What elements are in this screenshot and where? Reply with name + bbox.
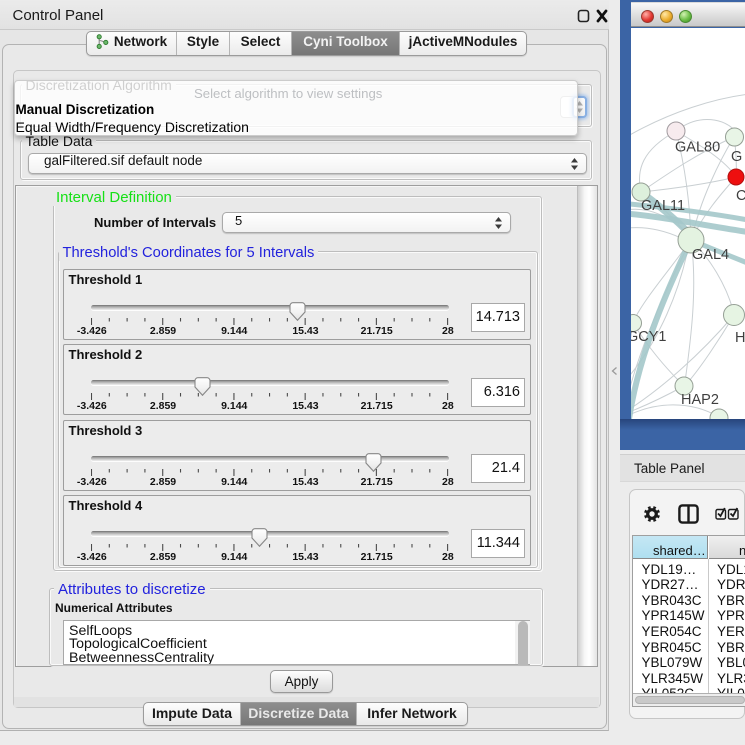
- svg-text:GCY1: GCY1: [631, 329, 667, 345]
- svg-text:GAL80: GAL80: [675, 140, 720, 156]
- svg-text:HAP2: HAP2: [681, 392, 719, 408]
- svg-text:C: C: [736, 188, 745, 204]
- svg-text:GAL11: GAL11: [641, 198, 685, 214]
- svg-text:G: G: [731, 149, 742, 165]
- svg-text:GAL4: GAL4: [692, 247, 729, 263]
- svg-text:H: H: [735, 330, 745, 346]
